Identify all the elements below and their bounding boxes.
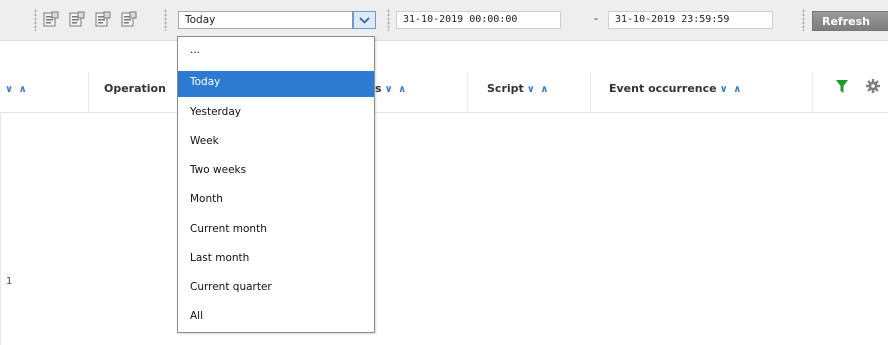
dropdown-option-today[interactable]: Today	[178, 71, 374, 97]
column-label: s	[375, 82, 382, 95]
sort-arrows-icon[interactable]: ∨ ∧	[5, 84, 28, 95]
chevron-down-icon[interactable]	[352, 11, 376, 29]
sort-arrows-icon[interactable]: ∨ ∧	[385, 84, 408, 95]
row-marker: 1	[6, 276, 13, 287]
gear-icon[interactable]	[866, 79, 880, 96]
report-icon[interactable]	[69, 11, 85, 28]
column-label: Event occurrence	[609, 82, 717, 95]
column-separator	[812, 72, 813, 112]
toolbar-grip	[802, 9, 805, 31]
column-label: Script	[487, 82, 524, 95]
column-header-operation[interactable]: Operation	[104, 82, 169, 95]
period-select-value: Today	[185, 14, 216, 26]
filter-icon[interactable]	[836, 80, 848, 97]
date-range-separator: -	[594, 12, 598, 25]
table-header: ∨ ∧ Operation s ∨ ∧ Script ∨ ∧ Event occur…	[0, 72, 888, 113]
dropdown-option-week[interactable]: Week	[178, 130, 374, 156]
column-label: Operation	[104, 82, 166, 95]
column-separator	[88, 72, 89, 112]
date-to-field[interactable]: 31-10-2019 23:59:59	[608, 11, 773, 29]
toolbar: Today 31-10-2019 00:00:00 - 31-10-2019 2…	[0, 0, 888, 41]
dropdown-option-two-weeks[interactable]: Two weeks	[178, 159, 374, 185]
toolbar-grip	[34, 9, 37, 31]
column-header-event-occurrence[interactable]: Event occurrence ∨ ∧	[609, 82, 742, 95]
column-header-status[interactable]: s ∨ ∧	[375, 82, 407, 95]
dropdown-option-last-month[interactable]: Last month	[178, 247, 374, 273]
sort-arrows-icon[interactable]: ∨ ∧	[527, 84, 550, 95]
dropdown-option-yesterday[interactable]: Yesterday	[178, 101, 374, 127]
column-header-script[interactable]: Script ∨ ∧	[487, 82, 550, 95]
dropdown-option-current-month[interactable]: Current month	[178, 218, 374, 244]
sort-arrows-icon[interactable]: ∨ ∧	[720, 84, 743, 95]
dropdown-option-month[interactable]: Month	[178, 188, 374, 214]
period-select[interactable]: Today	[178, 11, 376, 29]
dropdown-option[interactable]: ...	[178, 39, 374, 65]
column-separator	[467, 72, 468, 112]
report-icon[interactable]	[43, 11, 59, 28]
toolbar-grip	[387, 9, 390, 31]
dropdown-option-current-quarter[interactable]: Current quarter	[178, 276, 374, 302]
toolbar-grip	[164, 9, 167, 31]
column-separator	[590, 72, 591, 112]
column-header[interactable]: ∨ ∧	[2, 82, 28, 95]
dropdown-option-all[interactable]: All	[178, 305, 374, 331]
table-left-border	[0, 112, 1, 345]
date-from-field[interactable]: 31-10-2019 00:00:00	[396, 11, 561, 29]
refresh-button[interactable]: Refresh	[812, 11, 888, 31]
period-dropdown-list: ... Today Yesterday Week Two weeks Month…	[177, 36, 375, 333]
report-icon[interactable]	[121, 11, 137, 28]
report-icon[interactable]	[95, 11, 111, 28]
